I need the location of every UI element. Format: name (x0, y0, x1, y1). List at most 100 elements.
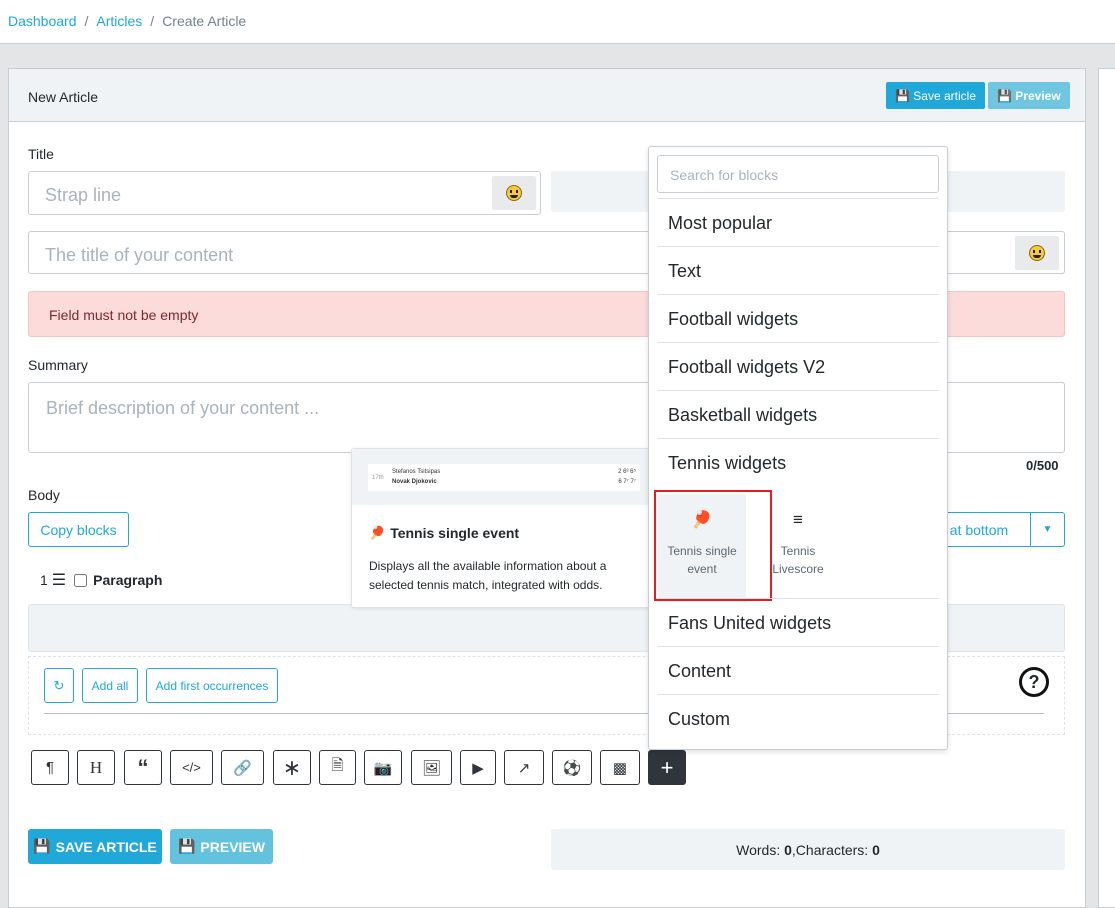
add-all-button[interactable]: Add all (82, 668, 138, 703)
word-count-bar: Words: 0 ,Characters: 0 (551, 829, 1065, 870)
heading-block-button[interactable]: H (77, 750, 115, 785)
video-block-button[interactable]: ▶ (460, 750, 496, 785)
document-icon: 🗎 (331, 757, 344, 774)
chart-block-button[interactable]: ↗ (504, 750, 544, 785)
emoji-picker-button[interactable] (1015, 236, 1059, 270)
category-custom[interactable]: Custom (657, 694, 939, 742)
strap-line-input[interactable]: Strap line (28, 171, 541, 215)
refresh-icon: ↻ (53, 677, 65, 693)
plus-icon: + (660, 754, 674, 780)
body-label: Body (28, 487, 60, 503)
category-most-popular[interactable]: Most popular (657, 198, 939, 246)
bar-chart-icon: ▩ (612, 759, 628, 777)
breadcrumb-dashboard[interactable]: Dashboard (8, 13, 77, 29)
add-first-occurrences-button[interactable]: Add first occurrences (146, 668, 278, 703)
tooltip-description: Displays all the available information a… (369, 559, 607, 592)
soccer-ball-icon: ⚽ (562, 759, 582, 777)
emoji-icon (1029, 245, 1045, 261)
image-block-button[interactable]: 📷 (364, 750, 402, 785)
code-icon: </> (182, 760, 201, 775)
block-search-input[interactable]: Search for blocks (657, 155, 939, 193)
block-number: 1 (40, 572, 48, 588)
add-block-button[interactable]: + (648, 750, 686, 785)
emoji-picker-button[interactable] (492, 176, 536, 210)
characters-count: 0 (872, 841, 880, 858)
title-label: Title (28, 146, 54, 162)
position-dropdown-toggle[interactable]: ▼ (1030, 512, 1065, 547)
preview-icon: 💾 (177, 838, 196, 854)
breadcrumb-separator: / (150, 13, 155, 29)
category-content[interactable]: Content (657, 646, 939, 694)
paragraph-block-button[interactable]: ¶ (31, 750, 69, 785)
camera-icon: 📷 (373, 759, 393, 777)
breadcrumb-articles[interactable]: Articles (96, 13, 142, 29)
preview-player-2: Novak Djokovic (392, 479, 437, 485)
refresh-button[interactable]: ↻ (44, 668, 74, 703)
save-article-button[interactable]: 💾 Save article (886, 82, 985, 109)
help-icon[interactable]: ? (1019, 667, 1049, 697)
code-block-button[interactable]: </> (170, 750, 213, 785)
preview-bottom-label: PREVIEW (200, 838, 265, 855)
asterisk-icon: ∗ (282, 754, 302, 780)
line-chart-icon: ↗ (517, 759, 531, 777)
preview-icon: 💾 (997, 89, 1012, 103)
tooltip-title: 🏓 Tennis single event (369, 525, 519, 541)
pilcrow-icon: ¶ (45, 759, 55, 776)
save-article-bottom-button[interactable]: 💾 SAVE ARTICLE (28, 829, 162, 864)
category-basketball-widgets[interactable]: Basketball widgets (657, 390, 939, 438)
summary-label: Summary (28, 357, 88, 373)
preview-time: 17th (372, 475, 384, 481)
category-fans-united-widgets[interactable]: Fans United widgets (657, 598, 939, 646)
summary-counter: 0/500 (1026, 458, 1059, 473)
football-block-button[interactable]: ⚽ (552, 750, 592, 785)
quote-block-button[interactable]: “ (124, 750, 162, 785)
add-block-position-button[interactable]: t at bottom (935, 512, 1031, 547)
summary-placeholder: Brief description of your content ... (46, 398, 320, 418)
list-icon: ☰ (51, 572, 67, 589)
words-count: 0 (784, 841, 792, 858)
preview-player-1-scores: 2 6³ 6⁵ (618, 469, 636, 475)
preview-player-1: Stefanos Tsitsipas (392, 469, 441, 475)
title-placeholder: The title of your content (45, 245, 234, 265)
side-card-edge (1098, 68, 1115, 908)
gallery-block-button[interactable]: 🖼 (411, 750, 452, 785)
poll-block-button[interactable]: ▩ (600, 750, 640, 785)
document-block-button[interactable]: 🗎 (319, 750, 356, 785)
play-icon: ▶ (472, 759, 484, 777)
heading-icon: H (89, 757, 103, 777)
block-header: 1 ☰ Paragraph (40, 570, 162, 590)
widget-preview-tooltip: 17th Stefanos Tsitsipas Novak Djokovic 2… (351, 448, 651, 608)
bar-list-icon: ≡ (793, 510, 803, 529)
words-label: Words: (736, 841, 785, 858)
link-block-button[interactable]: 🔗 (221, 750, 264, 785)
caret-down-icon: ▼ (1042, 524, 1053, 535)
category-football-widgets-v2[interactable]: Football widgets V2 (657, 342, 939, 390)
breadcrumb-separator: / (84, 13, 89, 29)
quote-icon: “ (137, 754, 149, 780)
category-football-widgets[interactable]: Football widgets (657, 294, 939, 342)
save-article-label: Save article (913, 89, 976, 103)
category-tennis-widgets[interactable]: Tennis widgets (657, 438, 939, 486)
tennis-livescore-label: Tennis Livescore (772, 544, 824, 576)
preview-label: Preview (1015, 89, 1061, 103)
paragraph-checkbox[interactable] (74, 573, 88, 587)
card-title: New Article (28, 89, 99, 105)
breadcrumb-current: Create Article (162, 13, 247, 29)
save-article-bottom-label: SAVE ARTICLE (55, 838, 157, 855)
tennis-icon: 🏓 (369, 525, 386, 540)
save-icon: 💾 (33, 838, 51, 854)
card-header: New Article 💾 Save article 💾 Preview (9, 69, 1085, 122)
preview-button[interactable]: 💾 Preview (988, 82, 1070, 109)
breadcrumb: Dashboard / Articles / Create Article (0, 0, 1115, 44)
copy-blocks-button[interactable]: Copy blocks (28, 512, 129, 547)
category-text[interactable]: Text (657, 246, 939, 294)
characters-label: ,Characters: (791, 841, 873, 858)
link-icon: 🔗 (233, 759, 252, 777)
tennis-livescore-tile[interactable]: ≡ Tennis Livescore (754, 494, 842, 602)
preview-player-2-scores: 6 7⁷ 7⁷ (618, 479, 636, 485)
emoji-icon (506, 185, 522, 201)
preview-bottom-button[interactable]: 💾 PREVIEW (170, 829, 273, 864)
highlight-block-button[interactable]: ∗ (273, 750, 311, 785)
widget-preview-image: 17th Stefanos Tsitsipas Novak Djokovic 2… (368, 464, 640, 491)
save-icon: 💾 (895, 89, 910, 103)
